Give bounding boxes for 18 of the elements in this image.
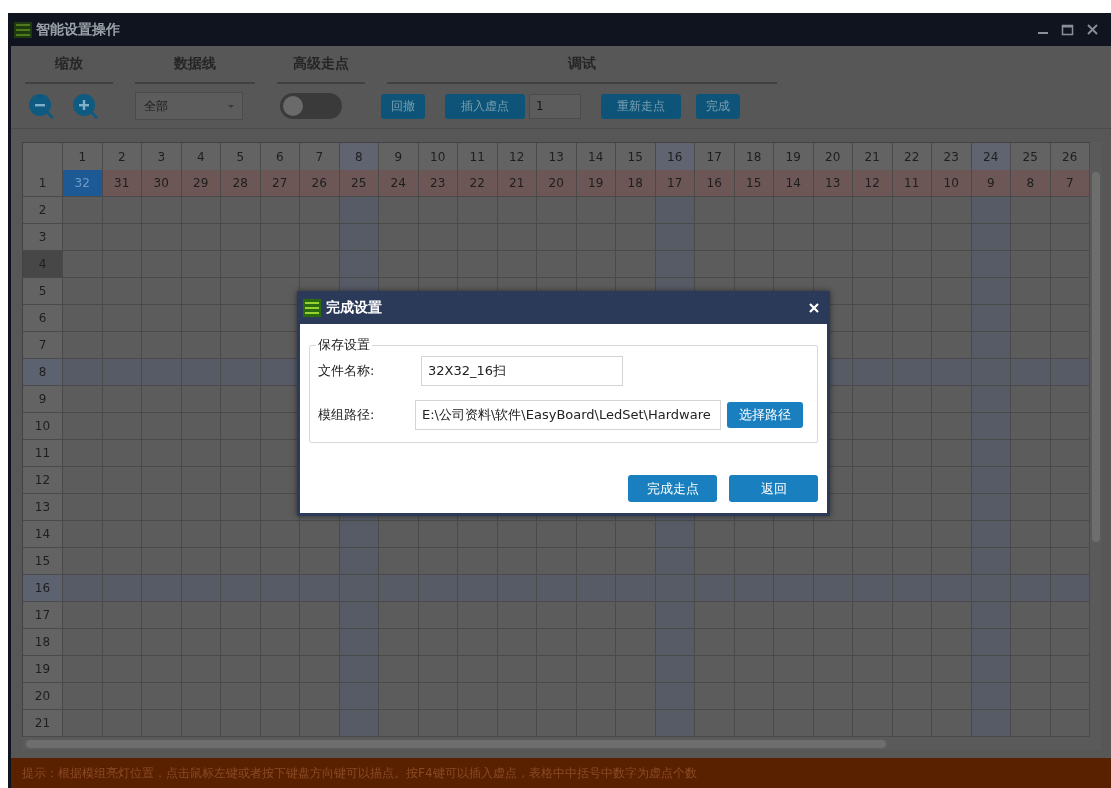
column-header: 3 xyxy=(142,143,182,172)
window-title: 智能设置操作 xyxy=(36,20,121,39)
column-header: 5 xyxy=(221,143,261,172)
column-header: 23 xyxy=(932,143,972,172)
field-label: 文件名称: xyxy=(318,362,376,380)
column-header: 25 xyxy=(1011,143,1051,172)
group-title: 保存设置 xyxy=(317,336,371,354)
column-header: 19 xyxy=(774,143,814,172)
column-header: 7 xyxy=(300,143,340,172)
field-label: 模组路径: xyxy=(318,406,376,424)
column-header: 13 xyxy=(537,143,577,172)
column-header: 17 xyxy=(695,143,735,172)
column-header: 1 xyxy=(63,143,103,172)
column-header: 15 xyxy=(616,143,656,172)
column-header: 9 xyxy=(379,143,419,172)
column-header: 11 xyxy=(458,143,498,172)
dialog-title: 完成设置 xyxy=(326,298,383,317)
column-header: 21 xyxy=(853,143,893,172)
